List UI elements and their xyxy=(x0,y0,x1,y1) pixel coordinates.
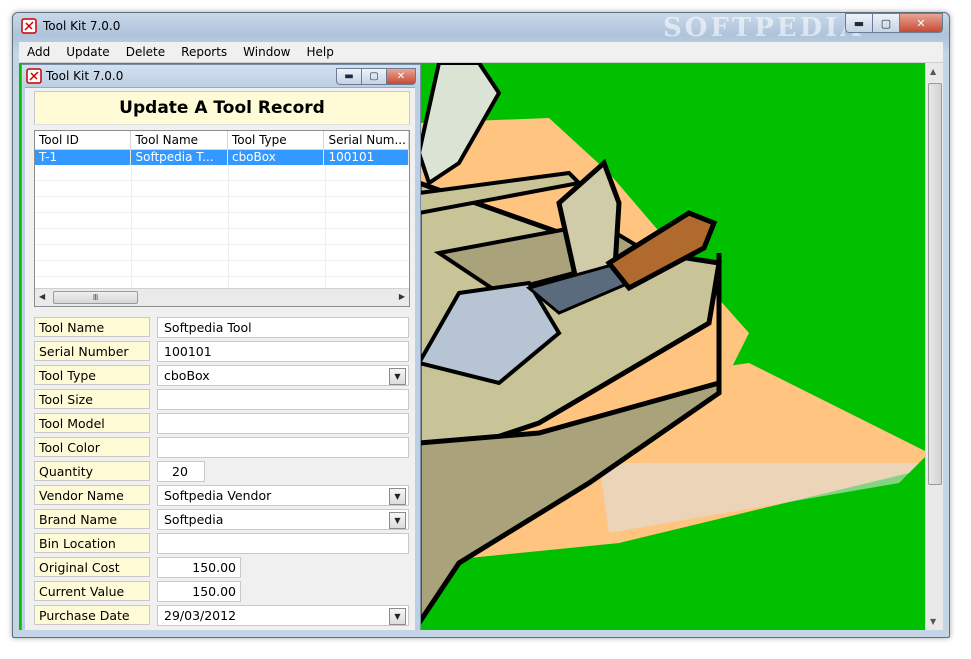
menu-delete[interactable]: Delete xyxy=(118,45,173,59)
empty-row xyxy=(35,229,409,245)
input-serial-number[interactable]: 100101 xyxy=(157,341,409,362)
menu-update[interactable]: Update xyxy=(58,45,117,59)
close-icon: ✕ xyxy=(916,16,926,30)
close-icon: ✕ xyxy=(396,71,406,82)
label-tool-color: Tool Color xyxy=(34,437,150,457)
form-title: Update A Tool Record xyxy=(34,91,410,125)
input-current-value[interactable]: 150.00 xyxy=(157,581,241,602)
label-original-cost: Original Cost xyxy=(34,557,150,577)
minimize-button[interactable]: ▬ xyxy=(845,13,873,33)
label-current-value: Current Value xyxy=(34,581,150,601)
scroll-thumb[interactable] xyxy=(928,83,942,485)
cell-tool-type: cboBox xyxy=(228,150,325,165)
scroll-right-icon[interactable]: ▶ xyxy=(399,292,405,301)
label-serial-number: Serial Number xyxy=(34,341,150,361)
menu-window[interactable]: Window xyxy=(235,45,298,59)
scroll-thumb[interactable]: Ⅲ xyxy=(53,291,138,304)
minimize-icon: ▬ xyxy=(344,71,354,82)
cell-tool-name: Softpedia T... xyxy=(131,150,228,165)
select-purchase-date-value: 29/03/2012 xyxy=(164,608,237,623)
label-purchase-date: Purchase Date xyxy=(34,605,150,625)
select-purchase-date[interactable]: 29/03/2012 ▼ xyxy=(157,605,409,626)
list-horizontal-scrollbar[interactable]: ◀ Ⅲ ▶ xyxy=(35,288,409,306)
label-quantity: Quantity xyxy=(34,461,150,481)
minimize-icon: ▬ xyxy=(853,16,865,30)
select-vendor-name[interactable]: Softpedia Vendor ▼ xyxy=(157,485,409,506)
scroll-down-icon[interactable]: ▼ xyxy=(930,617,936,626)
empty-row xyxy=(35,245,409,261)
label-bin-location: Bin Location xyxy=(34,533,150,553)
child-title-bar: Tool Kit 7.0.0 xyxy=(26,68,123,84)
menu-add[interactable]: Add xyxy=(19,45,58,59)
maximize-button[interactable]: ▢ xyxy=(872,13,900,33)
chevron-down-icon[interactable]: ▼ xyxy=(389,512,406,529)
input-bin-location[interactable] xyxy=(157,533,409,554)
select-tool-type-value: cboBox xyxy=(164,368,210,383)
input-tool-color[interactable] xyxy=(157,437,409,458)
label-brand-name: Brand Name xyxy=(34,509,150,529)
empty-row xyxy=(35,197,409,213)
menu-bar: Add Update Delete Reports Window Help xyxy=(19,42,943,63)
child-minimize-button[interactable]: ▬ xyxy=(336,68,362,85)
watermark: SOFTPEDIA xyxy=(663,13,864,43)
empty-row xyxy=(35,181,409,197)
child-maximize-button[interactable]: ▢ xyxy=(361,68,387,85)
main-window: Tool Kit 7.0.0 SOFTPEDIA ▬ ▢ ✕ Add Updat… xyxy=(12,12,950,638)
label-tool-size: Tool Size xyxy=(34,389,150,409)
input-quantity[interactable]: 20 xyxy=(157,461,205,482)
input-tool-model[interactable] xyxy=(157,413,409,434)
column-header-tool-id[interactable]: Tool ID xyxy=(35,131,132,149)
menu-reports[interactable]: Reports xyxy=(173,45,235,59)
select-vendor-name-value: Softpedia Vendor xyxy=(164,488,272,503)
window-title: Tool Kit 7.0.0 xyxy=(43,19,121,33)
child-window-controls: ▬ ▢ ✕ xyxy=(336,68,416,85)
maximize-icon: ▢ xyxy=(880,16,892,30)
toolbox-illustration xyxy=(419,63,929,628)
input-tool-size[interactable] xyxy=(157,389,409,410)
app-icon xyxy=(21,18,37,34)
app-icon xyxy=(26,68,42,84)
column-header-tool-name[interactable]: Tool Name xyxy=(131,131,228,149)
label-tool-type: Tool Type xyxy=(34,365,150,385)
child-close-button[interactable]: ✕ xyxy=(386,68,416,85)
mdi-client: ▲ ▼ Tool Kit 7.0.0 ▬ ▢ ✕ Update A Tool R… xyxy=(19,63,943,630)
chevron-down-icon[interactable]: ▼ xyxy=(389,368,406,385)
empty-row xyxy=(35,213,409,229)
child-window-title: Tool Kit 7.0.0 xyxy=(46,69,124,83)
chevron-down-icon[interactable]: ▼ xyxy=(389,488,406,505)
cell-serial-num: 100101 xyxy=(324,150,409,165)
maximize-icon: ▢ xyxy=(369,71,379,82)
label-tool-name: Tool Name xyxy=(34,317,150,337)
input-original-cost[interactable]: 150.00 xyxy=(157,557,241,578)
scroll-up-icon[interactable]: ▲ xyxy=(930,67,936,76)
child-window: Tool Kit 7.0.0 ▬ ▢ ✕ Update A Tool Recor… xyxy=(21,64,421,630)
tool-list[interactable]: Tool ID Tool Name Tool Type Serial Num..… xyxy=(34,130,410,307)
empty-row xyxy=(35,165,409,181)
chevron-down-icon[interactable]: ▼ xyxy=(389,608,406,625)
column-header-tool-type[interactable]: Tool Type xyxy=(228,131,325,149)
scroll-left-icon[interactable]: ◀ xyxy=(39,292,45,301)
form-body: Update A Tool Record Tool ID Tool Name T… xyxy=(25,87,415,630)
close-button[interactable]: ✕ xyxy=(899,13,943,33)
list-row[interactable]: T-1 Softpedia T... cboBox 100101 xyxy=(35,150,409,165)
select-tool-type[interactable]: cboBox ▼ xyxy=(157,365,409,386)
list-header: Tool ID Tool Name Tool Type Serial Num..… xyxy=(35,131,409,150)
menu-help[interactable]: Help xyxy=(299,45,342,59)
input-tool-name[interactable]: Softpedia Tool xyxy=(157,317,409,338)
mdi-vertical-scrollbar[interactable]: ▲ ▼ xyxy=(925,63,943,630)
cell-tool-id: T-1 xyxy=(35,150,132,165)
empty-row xyxy=(35,261,409,277)
select-brand-name-value: Softpedia xyxy=(164,512,224,527)
label-vendor-name: Vendor Name xyxy=(34,485,150,505)
window-controls: ▬ ▢ ✕ xyxy=(845,13,943,33)
column-header-serial-num[interactable]: Serial Num... xyxy=(324,131,409,149)
title-bar: Tool Kit 7.0.0 xyxy=(21,17,120,35)
select-brand-name[interactable]: Softpedia ▼ xyxy=(157,509,409,530)
label-tool-model: Tool Model xyxy=(34,413,150,433)
